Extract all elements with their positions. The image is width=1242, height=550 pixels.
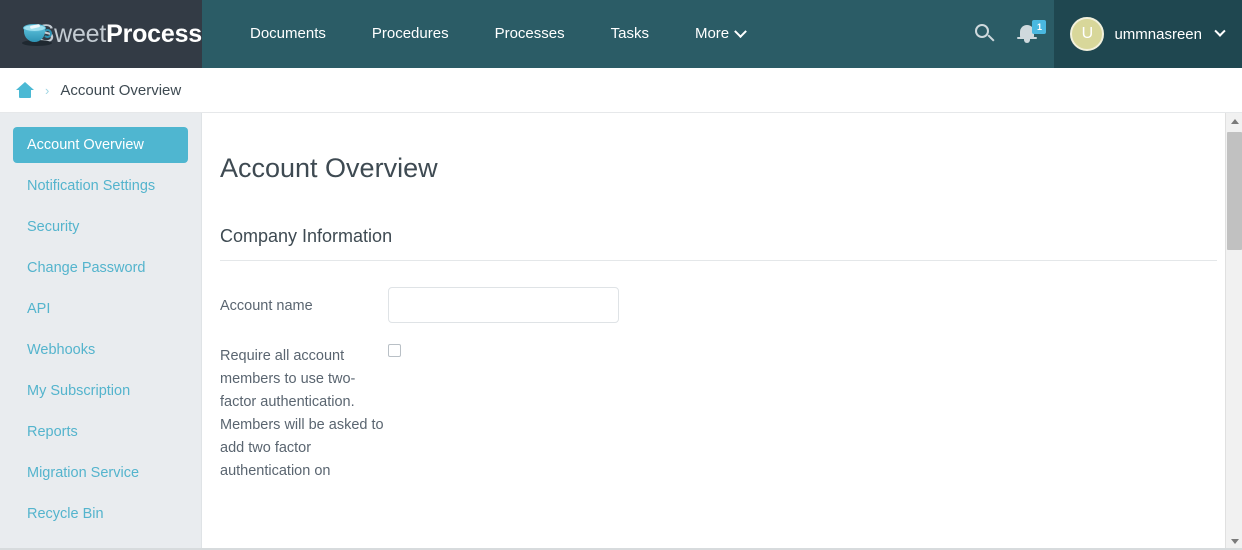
username-label: ummnasreen xyxy=(1114,25,1202,43)
search-button[interactable] xyxy=(962,0,1008,68)
nav-item-more[interactable]: More xyxy=(672,0,768,68)
sidebar-item-migration-service[interactable]: Migration Service xyxy=(13,455,188,491)
scroll-up-arrow[interactable] xyxy=(1226,113,1242,130)
chevron-down-icon xyxy=(1214,25,1226,37)
sidebar-label-change-password: Change Password xyxy=(27,260,146,276)
sidebar-item-reports[interactable]: Reports xyxy=(13,414,188,450)
form-row-two-factor: Require all account members to use two-f… xyxy=(220,337,1242,483)
nav-item-processes[interactable]: Processes xyxy=(472,0,588,68)
home-icon[interactable] xyxy=(16,82,34,98)
two-factor-checkbox[interactable] xyxy=(388,344,401,357)
breadcrumb: › Account Overview xyxy=(0,68,1242,113)
account-name-input[interactable] xyxy=(388,287,619,323)
breadcrumb-separator: › xyxy=(45,82,50,98)
page-body: Account Overview Notification Settings S… xyxy=(0,113,1242,550)
nav-label-tasks: Tasks xyxy=(610,25,649,42)
settings-sidebar: Account Overview Notification Settings S… xyxy=(0,113,202,550)
scrollbar-thumb[interactable] xyxy=(1227,132,1242,250)
notification-badge: 1 xyxy=(1032,20,1047,34)
notifications-button[interactable]: 1 xyxy=(1008,0,1054,68)
header-actions: 1 U ummnasreen xyxy=(962,0,1242,68)
nav-label-documents: Documents xyxy=(250,25,326,42)
sidebar-label-account-overview: Account Overview xyxy=(27,137,144,153)
nav-item-procedures[interactable]: Procedures xyxy=(349,0,472,68)
vertical-scrollbar[interactable] xyxy=(1225,113,1242,550)
sidebar-item-account-overview[interactable]: Account Overview xyxy=(13,127,188,163)
sidebar-label-security: Security xyxy=(27,219,80,235)
logo-wordmark: SweetProcess xyxy=(38,19,203,49)
avatar: U xyxy=(1070,17,1105,51)
sidebar-item-recycle-bin[interactable]: Recycle Bin xyxy=(13,496,188,532)
page-title: Account Overview xyxy=(220,153,438,183)
brand-logo[interactable]: SweetProcess xyxy=(0,0,202,68)
user-menu[interactable]: U ummnasreen xyxy=(1054,0,1242,68)
bell-icon: 1 xyxy=(1017,20,1047,46)
main-navigation: Documents Procedures Processes Tasks Mor… xyxy=(202,0,962,68)
section-divider xyxy=(220,260,1217,261)
sidebar-label-my-subscription: My Subscription xyxy=(27,383,131,399)
top-header: SweetProcess Documents Procedures Proces… xyxy=(0,0,1242,68)
sidebar-item-my-subscription[interactable]: My Subscription xyxy=(13,373,188,409)
nav-label-more: More xyxy=(694,25,730,42)
sidebar-label-migration-service: Migration Service xyxy=(27,465,140,481)
label-two-factor: Require all account members to use two-f… xyxy=(220,348,384,479)
sidebar-item-webhooks[interactable]: Webhooks xyxy=(13,332,188,368)
nav-item-documents[interactable]: Documents xyxy=(227,0,349,68)
section-title-company-information: Company Information xyxy=(220,226,393,246)
main-content: Account Overview Company Information Acc… xyxy=(202,113,1242,550)
sidebar-label-api: API xyxy=(27,301,51,317)
coffee-cup-icon xyxy=(22,21,52,47)
sidebar-item-notification-settings[interactable]: Notification Settings xyxy=(13,168,188,204)
sidebar-item-security[interactable]: Security xyxy=(13,209,188,245)
label-account-name: Account name xyxy=(220,298,313,314)
nav-item-tasks[interactable]: Tasks xyxy=(588,0,672,68)
sidebar-item-change-password[interactable]: Change Password xyxy=(13,250,188,286)
nav-label-procedures: Procedures xyxy=(371,25,449,42)
search-icon xyxy=(975,24,995,44)
breadcrumb-current: Account Overview xyxy=(60,81,182,99)
sidebar-item-api[interactable]: API xyxy=(13,291,188,327)
sidebar-label-recycle-bin: Recycle Bin xyxy=(27,506,104,522)
sidebar-label-notification-settings: Notification Settings xyxy=(27,178,156,194)
form-row-account-name: Account name xyxy=(220,287,1242,323)
sidebar-label-webhooks: Webhooks xyxy=(27,342,96,358)
chevron-down-icon xyxy=(734,24,748,38)
nav-label-processes: Processes xyxy=(494,25,565,42)
logo-text-process: Process xyxy=(106,19,202,48)
sidebar-label-reports: Reports xyxy=(27,424,78,440)
